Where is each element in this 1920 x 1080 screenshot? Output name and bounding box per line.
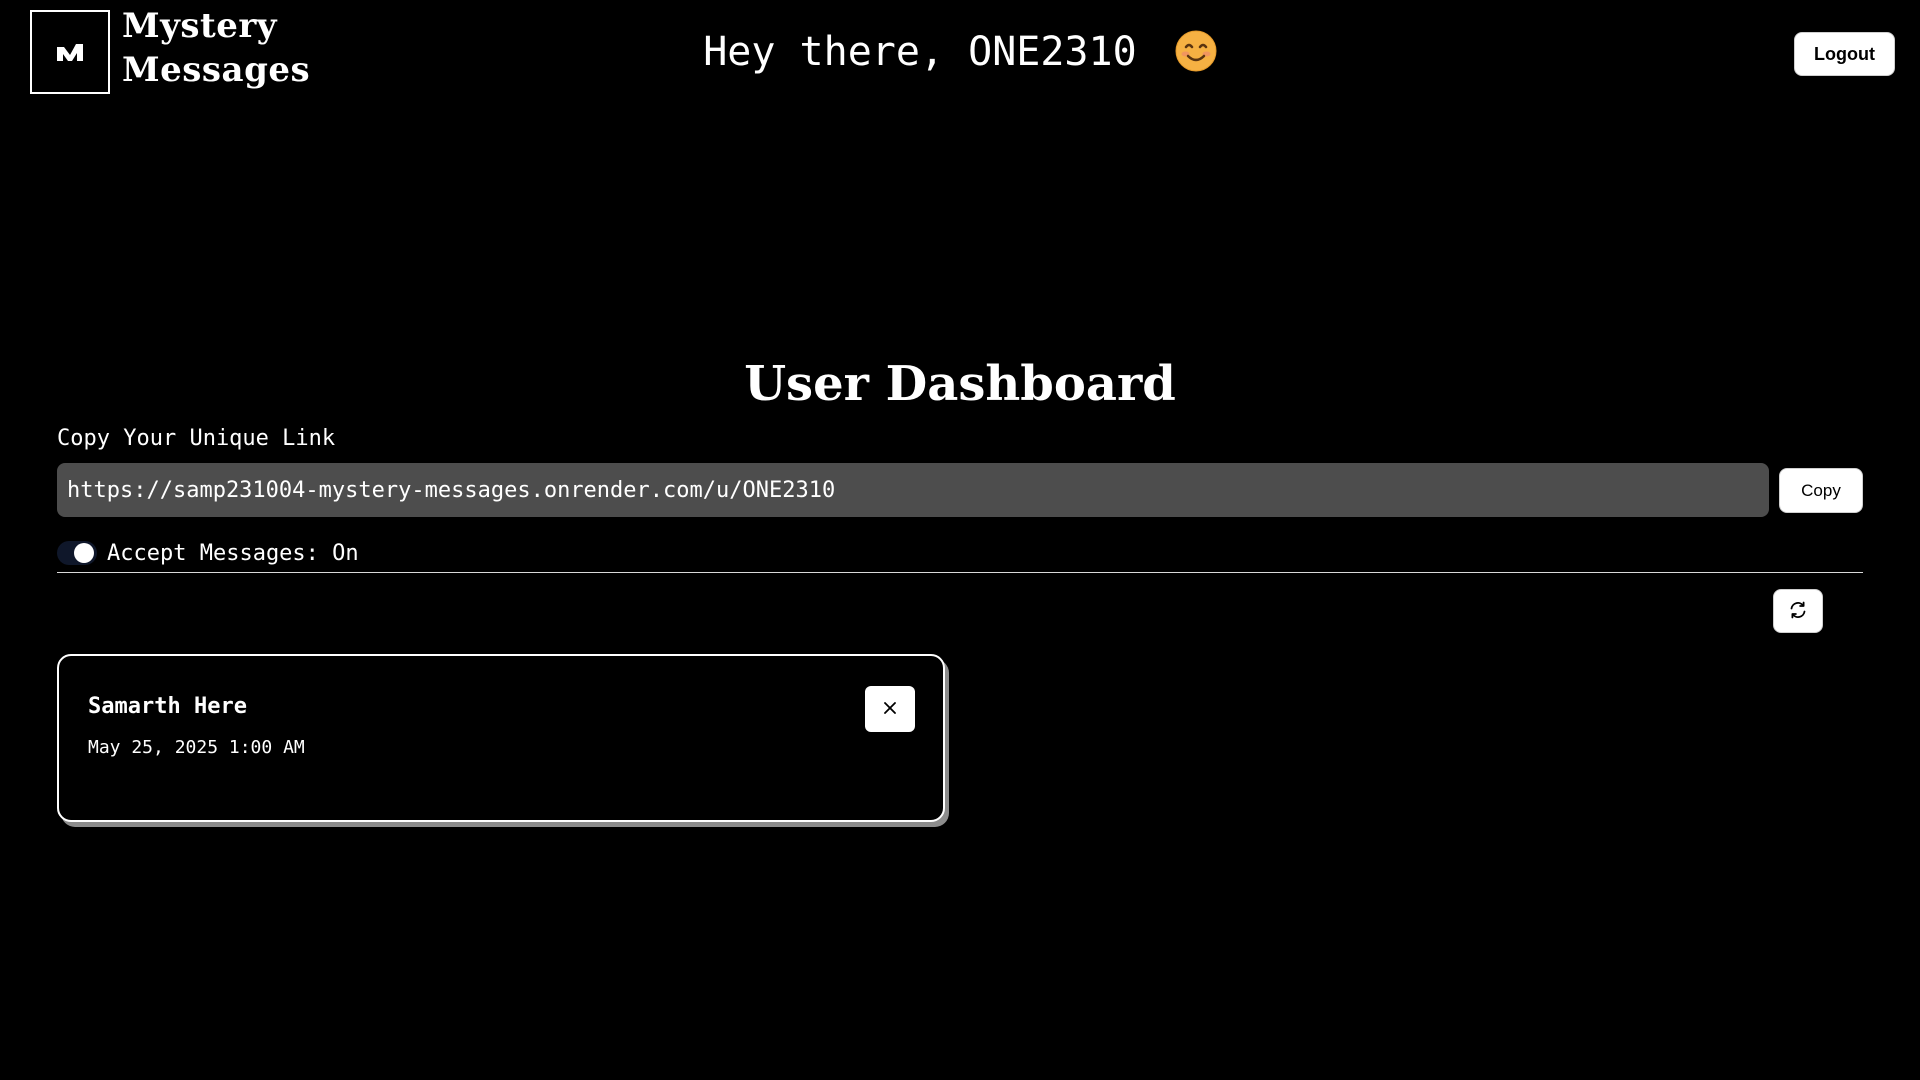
top-navbar: Mystery Messages Hey there, ONE2310 Logo… bbox=[0, 0, 1920, 104]
refresh-icon bbox=[1788, 600, 1808, 623]
copy-button[interactable]: Copy bbox=[1779, 468, 1863, 513]
smiling-face-emoji-icon bbox=[1175, 30, 1217, 72]
accept-messages-row: Accept Messages: On bbox=[57, 538, 359, 568]
accept-messages-switch[interactable] bbox=[57, 541, 97, 565]
brand-name[interactable]: Mystery Messages bbox=[122, 4, 310, 92]
logout-button[interactable]: Logout bbox=[1794, 32, 1895, 76]
message-card: Samarth Here May 25, 2025 1:00 AM bbox=[57, 654, 945, 822]
accept-messages-label: Accept Messages: On bbox=[107, 540, 359, 566]
unique-link-label: Copy Your Unique Link bbox=[57, 426, 336, 451]
divider bbox=[57, 572, 1863, 573]
unique-link-input[interactable] bbox=[57, 463, 1769, 517]
brand-line-1: Mystery bbox=[122, 6, 278, 46]
refresh-button[interactable] bbox=[1773, 589, 1823, 633]
logo[interactable] bbox=[30, 10, 110, 94]
switch-knob bbox=[74, 543, 94, 563]
greeting-text: Hey there, ONE2310 bbox=[703, 29, 1137, 75]
page-title: User Dashboard bbox=[744, 356, 1176, 412]
close-icon bbox=[882, 700, 898, 719]
logo-m-icon bbox=[32, 12, 108, 92]
brand-line-2: Messages bbox=[122, 50, 311, 90]
message-date: May 25, 2025 1:00 AM bbox=[88, 737, 305, 758]
message-title: Samarth Here bbox=[88, 694, 247, 719]
delete-message-button[interactable] bbox=[865, 686, 915, 732]
